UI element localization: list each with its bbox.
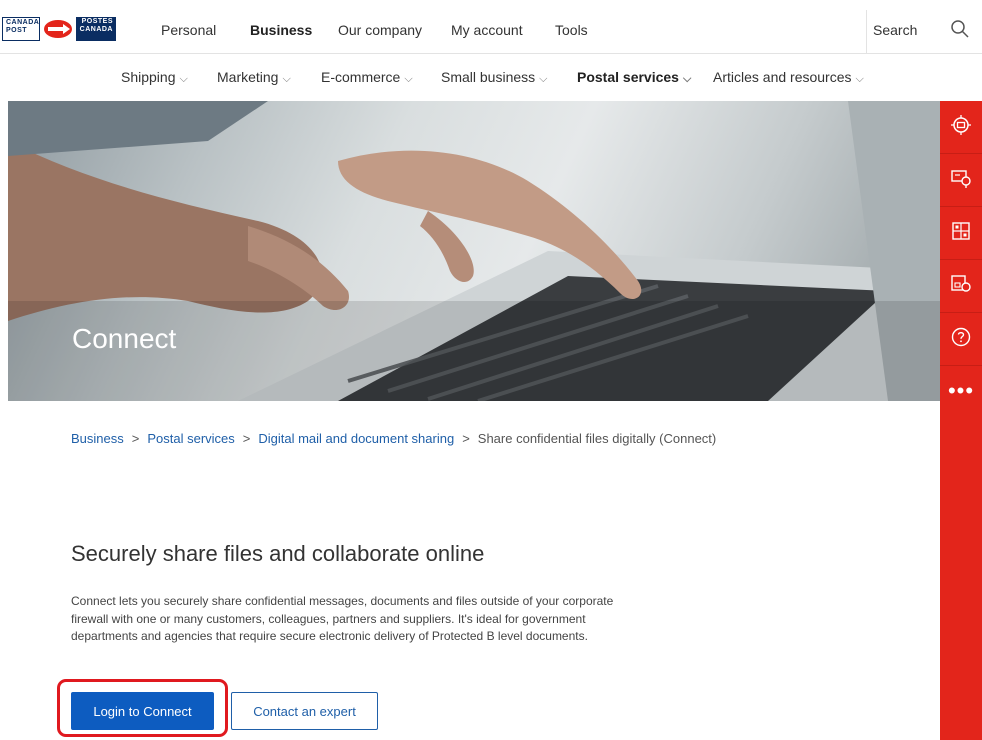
topnav-our-company[interactable]: Our company: [338, 22, 422, 38]
breadcrumb-separator: >: [462, 431, 470, 446]
postal-code-icon: [950, 167, 972, 194]
chevron-down-icon: ⌵: [179, 73, 188, 85]
breadcrumb: Business > Postal services > Digital mail an…: [71, 431, 716, 446]
subnav-marketing[interactable]: Marketing ⌵: [217, 69, 291, 86]
top-navigation: CANADA POST POSTES CANADA Personal Busin…: [0, 0, 982, 54]
quick-tools-rail: •••: [940, 101, 982, 740]
logo-text-postes: POSTES: [81, 18, 113, 25]
rail-find-a-rate[interactable]: [940, 207, 982, 260]
search-divider: [866, 10, 867, 54]
subnav-postal-services-label: Postal services: [577, 69, 679, 85]
more-options-icon[interactable]: •••: [940, 380, 982, 411]
sub-navigation: Shipping ⌵ Marketing ⌵ E-commerce ⌵ Small b…: [0, 55, 982, 101]
topnav-personal[interactable]: Personal: [161, 22, 216, 38]
canada-post-logo[interactable]: CANADA POST POSTES CANADA: [2, 14, 120, 44]
subnav-marketing-label: Marketing: [217, 69, 279, 85]
chevron-down-icon: ⌵: [855, 73, 864, 85]
breadcrumb-separator: >: [131, 431, 140, 446]
chevron-down-icon: ⌵: [539, 73, 548, 85]
topnav-my-account[interactable]: My account: [451, 22, 523, 38]
subnav-articles-resources-label: Articles and resources: [713, 69, 852, 85]
logo-english-block: CANADA POST: [2, 17, 40, 41]
chevron-down-icon: ⌵: [282, 73, 291, 85]
subnav-small-business-label: Small business: [441, 69, 536, 85]
rail-track[interactable]: [940, 101, 982, 154]
search-link[interactable]: Search: [873, 22, 917, 38]
rail-find-postal-code[interactable]: [940, 154, 982, 207]
rail-help[interactable]: [940, 313, 982, 366]
breadcrumb-current: Share confidential files digitally (Conn…: [477, 431, 717, 446]
logo-text-canada-fr: CANADA: [79, 26, 113, 33]
topnav-tools[interactable]: Tools: [555, 22, 588, 38]
breadcrumb-separator: >: [242, 431, 251, 446]
chevron-down-icon: ⌵: [404, 73, 413, 85]
rates-icon: [950, 220, 972, 247]
subnav-shipping-label: Shipping: [121, 69, 176, 85]
rail-find-location[interactable]: [940, 260, 982, 313]
contact-expert-button[interactable]: Contact an expert: [231, 692, 378, 730]
login-to-connect-button[interactable]: Login to Connect: [71, 692, 214, 730]
hero-image: [8, 101, 940, 401]
breadcrumb-postal-services[interactable]: Postal services: [147, 431, 234, 446]
section-headline: Securely share files and collaborate onl…: [71, 541, 485, 566]
subnav-shipping[interactable]: Shipping ⌵: [121, 69, 188, 86]
logo-text-canada: CANADA: [6, 19, 40, 26]
subnav-ecommerce-label: E-commerce: [321, 69, 401, 85]
chevron-down-icon: ⌵: [682, 73, 692, 85]
subnav-ecommerce[interactable]: E-commerce ⌵: [321, 69, 413, 86]
subnav-postal-services[interactable]: Postal services ⌵: [577, 69, 691, 86]
topnav-business[interactable]: Business: [250, 22, 312, 38]
breadcrumb-business[interactable]: Business: [71, 431, 124, 446]
subnav-small-business[interactable]: Small business ⌵: [441, 69, 548, 86]
find-location-icon: [950, 273, 972, 300]
hero-banner: Connect: [8, 101, 940, 401]
search-icon[interactable]: [950, 19, 970, 39]
logo-french-block: POSTES CANADA: [76, 17, 116, 41]
subnav-articles-resources[interactable]: Articles and resources ⌵: [713, 69, 864, 86]
track-icon: [950, 114, 972, 141]
help-icon: [950, 326, 972, 353]
breadcrumb-digital-mail[interactable]: Digital mail and document sharing: [258, 431, 454, 446]
logo-arrow-icon: [40, 17, 76, 41]
logo-text-post: POST: [6, 27, 28, 34]
section-description: Connect lets you securely share confiden…: [71, 594, 614, 643]
page-title: Connect: [72, 323, 177, 354]
